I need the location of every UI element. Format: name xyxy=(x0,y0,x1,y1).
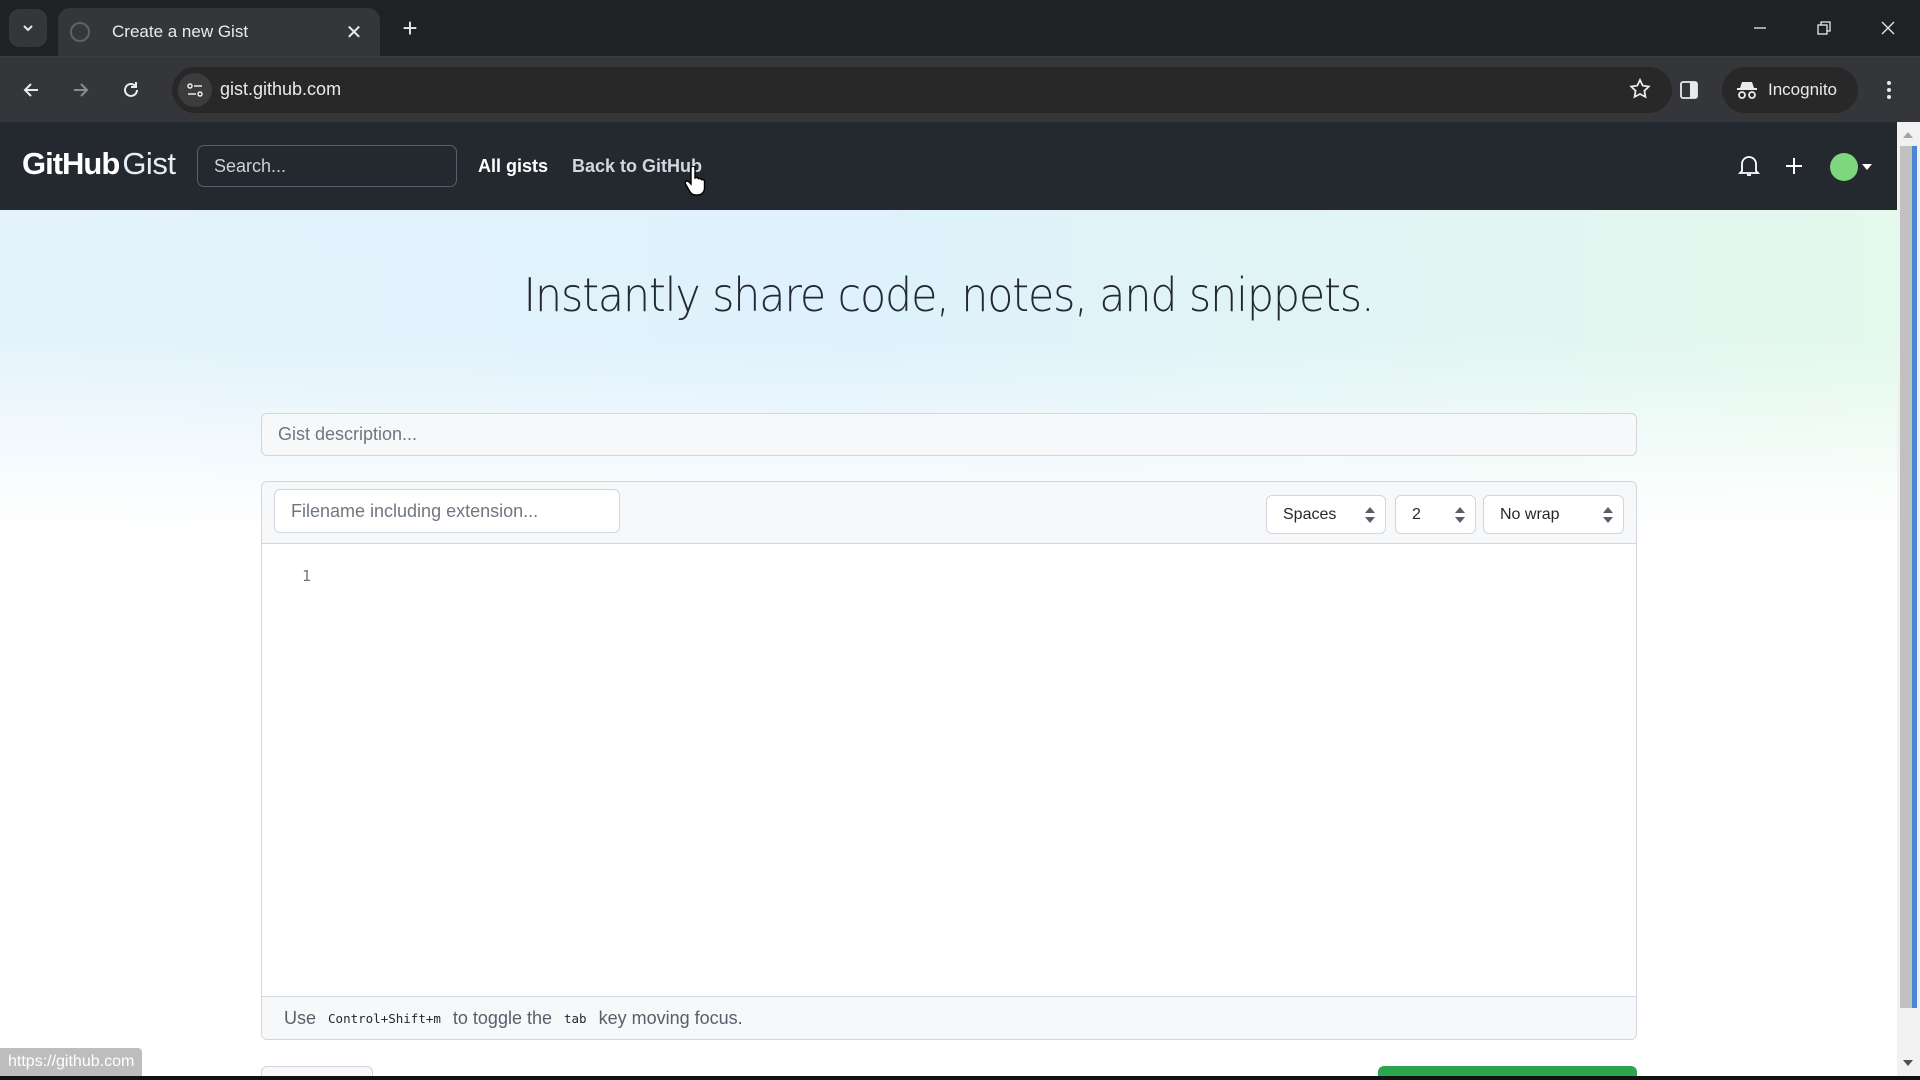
window-close-icon xyxy=(1881,21,1895,35)
select-arrows-icon xyxy=(1365,507,1375,523)
logo-gist: Gist xyxy=(122,146,176,181)
tab-search-button[interactable] xyxy=(9,9,47,47)
hint-text: key moving focus. xyxy=(598,1007,743,1028)
hint-text: to toggle the xyxy=(452,1007,552,1028)
search-input[interactable] xyxy=(197,145,457,187)
select-arrows-icon xyxy=(1455,507,1465,523)
window-close-button[interactable] xyxy=(1856,0,1920,56)
incognito-indicator[interactable]: Incognito xyxy=(1722,67,1858,113)
incognito-icon xyxy=(1737,82,1757,99)
more-menu-icon xyxy=(1887,81,1891,99)
browser-tab-strip: Create a new Gist ✕ + xyxy=(0,0,1920,56)
chevron-down-icon[interactable] xyxy=(1862,164,1872,170)
url-text[interactable]: gist.github.com xyxy=(220,79,341,100)
minimize-button[interactable] xyxy=(1728,0,1792,56)
notifications-button[interactable] xyxy=(1735,152,1763,180)
site-info-icon xyxy=(187,83,203,97)
mouse-pointer-hand-icon xyxy=(684,166,706,196)
browser-toolbar: gist.github.com Incognito xyxy=(0,56,1920,122)
hint-shortcut: Control+Shift+m xyxy=(328,1010,441,1026)
editor-hint: Use Control+Shift+m to toggle the tab key mo… xyxy=(262,996,1636,1039)
side-panel-icon xyxy=(1680,81,1698,99)
page-title: Instantly share code, notes, and snippet… xyxy=(523,268,1375,322)
gist-description-input[interactable] xyxy=(261,413,1637,456)
browser-tab[interactable]: Create a new Gist ✕ xyxy=(58,8,380,56)
create-new-button[interactable] xyxy=(1780,152,1808,180)
hint-key: tab xyxy=(564,1010,587,1026)
hint-text: Use xyxy=(284,1007,317,1028)
bookmark-button[interactable] xyxy=(1628,77,1652,106)
indent-mode-value: Spaces xyxy=(1283,505,1337,523)
reload-button[interactable] xyxy=(113,72,149,108)
new-tab-button[interactable]: + xyxy=(396,14,424,42)
add-file-button[interactable] xyxy=(261,1066,373,1076)
restore-button[interactable] xyxy=(1792,0,1856,56)
notifications-bell-icon xyxy=(1738,156,1760,176)
github-gist-logo[interactable]: GitHubGist xyxy=(22,146,176,182)
line-number: 1 xyxy=(302,567,312,585)
scroll-up-icon[interactable] xyxy=(1903,132,1913,138)
forward-icon xyxy=(74,83,89,97)
wrap-mode-select[interactable]: No wrap xyxy=(1483,495,1624,534)
indent-size-value: 2 xyxy=(1412,505,1421,523)
bookmark-star-icon xyxy=(1629,77,1651,99)
gist-header: GitHubGist All gists Back to GitHub xyxy=(0,122,1897,210)
chevron-down-icon xyxy=(23,25,33,32)
site-info-button[interactable] xyxy=(178,73,212,107)
file-editor: Spaces 2 No wrap 1 Use Control+Shift+m to … xyxy=(261,481,1637,1040)
select-arrows-icon xyxy=(1603,507,1613,523)
all-gists-link[interactable]: All gists xyxy=(478,156,548,177)
close-icon[interactable]: ✕ xyxy=(342,20,366,45)
filename-input[interactable] xyxy=(274,489,620,533)
scrollbar-thumb[interactable] xyxy=(1900,146,1917,1008)
minimize-icon xyxy=(1754,27,1766,29)
github-icon xyxy=(70,22,90,42)
scroll-down-icon[interactable] xyxy=(1903,1060,1913,1066)
more-menu-button[interactable] xyxy=(1872,73,1906,107)
status-bar-url: https://github.com xyxy=(0,1048,143,1076)
code-editor[interactable]: 1 xyxy=(262,544,1636,998)
page-scrollbar[interactable] xyxy=(1897,122,1920,1076)
reload-icon xyxy=(124,82,138,97)
back-to-github-link[interactable]: Back to GitHub xyxy=(572,156,702,177)
restore-icon xyxy=(1817,21,1831,35)
create-gist-button[interactable] xyxy=(1378,1066,1637,1076)
address-bar[interactable]: gist.github.com xyxy=(172,67,1672,113)
back-icon xyxy=(23,83,38,97)
back-button[interactable] xyxy=(13,72,49,108)
window-bottom-edge xyxy=(0,1076,1920,1080)
create-plus-icon xyxy=(1786,158,1802,174)
logo-github: GitHub xyxy=(22,146,120,181)
wrap-mode-value: No wrap xyxy=(1500,505,1560,523)
side-panel-button[interactable] xyxy=(1672,73,1706,107)
forward-button[interactable] xyxy=(63,72,99,108)
avatar[interactable] xyxy=(1830,153,1858,181)
incognito-label: Incognito xyxy=(1768,80,1837,99)
indent-size-select[interactable]: 2 xyxy=(1395,495,1476,534)
tab-title: Create a new Gist xyxy=(112,22,249,41)
window-controls xyxy=(1728,0,1920,56)
page-viewport: GitHubGist All gists Back to GitHub Inst… xyxy=(0,122,1897,1076)
editor-header: Spaces 2 No wrap xyxy=(262,482,1636,544)
indent-mode-select[interactable]: Spaces xyxy=(1266,495,1386,534)
